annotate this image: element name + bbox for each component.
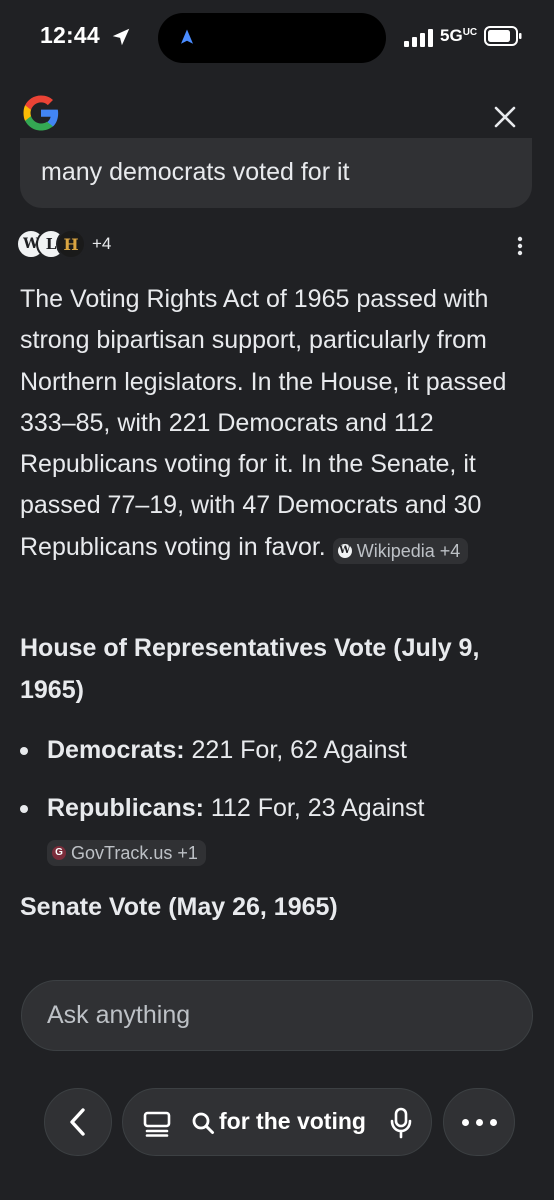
citation-chip-wikipedia[interactable]: W Wikipedia +4 [332, 537, 469, 564]
bullet-label: Republicans: [47, 794, 204, 822]
citation-chip-label: GovTrack.us +1 [71, 843, 198, 863]
bullet-text: 112 For, 23 Against [203, 794, 425, 822]
ask-input-placeholder: Ask anything [47, 1001, 191, 1029]
status-time: 12:44 [40, 22, 100, 48]
more-dot [489, 1118, 497, 1126]
more-options-button[interactable] [443, 1088, 515, 1156]
list-item: Republicans: 112 For, 23 Against G GovTr… [20, 788, 540, 870]
house-vote-list: Democrats: 221 For, 62 Against Republica… [20, 730, 540, 887]
citation-chip-govtrack[interactable]: G GovTrack.us +1 [47, 840, 206, 866]
more-dot [461, 1118, 469, 1126]
bullet-label: Democrats: [47, 736, 185, 764]
senate-vote-heading: Senate Vote (May 26, 1965) [20, 893, 338, 921]
more-vert-icon[interactable] [510, 234, 530, 258]
tabs-icon[interactable] [143, 1111, 171, 1137]
battery-icon [484, 26, 522, 46]
bullet-text: 221 For, 62 Against [184, 736, 407, 764]
citation-chip-label: Wikipedia +4 [356, 540, 461, 561]
sources-row[interactable]: W L H +4 [16, 229, 111, 259]
house-vote-heading: House of Representatives Vote (July 9, 1… [20, 634, 480, 704]
microphone-icon[interactable] [389, 1107, 413, 1139]
close-icon [494, 106, 516, 128]
network-indicator: 5GUC [440, 26, 477, 46]
user-query-text: many democrats voted for it [41, 158, 350, 186]
back-button[interactable] [44, 1088, 112, 1156]
govtrack-chip-icon: G [52, 846, 66, 860]
navigation-arrow-icon [181, 29, 193, 44]
network-suffix: UC [462, 27, 478, 38]
answer-text: The Voting Rights Act of 1965 passed wit… [20, 285, 507, 561]
google-g-icon[interactable] [20, 92, 62, 134]
ask-input[interactable]: Ask anything [21, 980, 533, 1051]
network-label: 5G [440, 26, 463, 45]
location-arrow-icon [112, 28, 130, 46]
user-query-bubble: many democrats voted for it [20, 138, 532, 208]
history-icon: H [56, 229, 86, 259]
cellular-signal-icon [404, 29, 433, 47]
content-fade [0, 930, 554, 980]
search-pill-text: for the voting [219, 1108, 366, 1134]
more-dot [475, 1118, 483, 1126]
sources-more-count: +4 [92, 234, 112, 253]
search-pill[interactable]: for the voting [122, 1088, 432, 1156]
close-button[interactable] [488, 100, 522, 134]
chevron-left-icon [70, 1108, 85, 1136]
list-item: Democrats: 221 For, 62 Against [20, 730, 540, 771]
search-icon [192, 1112, 214, 1134]
wikipedia-chip-icon: W [337, 543, 352, 558]
answer-paragraph: The Voting Rights Act of 1965 passed wit… [20, 279, 540, 568]
